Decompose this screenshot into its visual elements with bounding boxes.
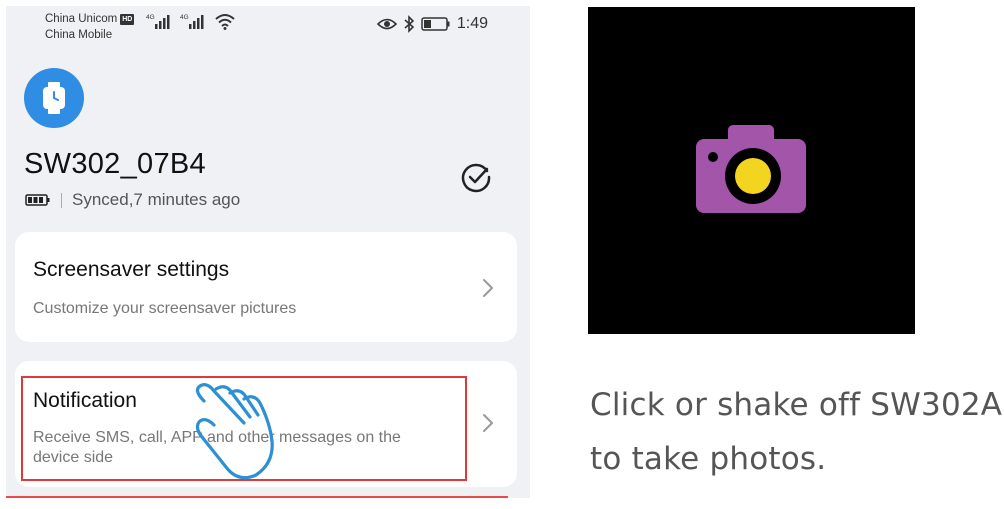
battery-icon (25, 194, 50, 206)
hd-badge: HD (120, 13, 135, 25)
wifi-icon (215, 14, 235, 30)
chevron-right-icon (483, 279, 493, 297)
sync-status-row: Synced,7 minutes ago (25, 190, 240, 210)
caption-line-2: to take photos. (590, 441, 827, 477)
sync-divider (61, 192, 62, 208)
screensaver-subtitle: Customize your screensaver pictures (33, 300, 297, 317)
carrier-2-name: China Mobile (45, 29, 113, 41)
signal-group: 4G 4G (146, 12, 236, 30)
chevron-right-icon (483, 414, 493, 432)
screensaver-title: Screensaver settings (33, 258, 230, 281)
bluetooth-icon (404, 15, 415, 33)
check-circle-icon[interactable] (460, 161, 492, 193)
carrier-1-name: China Unicom (45, 13, 118, 25)
phone-screen: China Unicom HD China Mobile 4G 4G 1:49 … (6, 6, 530, 498)
sync-status-text: Synced,7 minutes ago (72, 190, 241, 209)
device-name: SW302_07B4 (24, 148, 206, 180)
battery-icon (421, 17, 450, 31)
svg-text:4G: 4G (180, 14, 189, 21)
caption-line-1: Click or shake off SW302A (590, 387, 1003, 423)
camera-screen (588, 7, 915, 334)
tap-hand-icon (195, 383, 274, 480)
status-bar: China Unicom HD China Mobile 4G 4G 1:49 (6, 6, 530, 46)
instruction-caption: Click or shake off SW302A to take photos… (590, 378, 1002, 486)
phone-bottom-divider (6, 496, 508, 498)
status-right-group: 1:49 (376, 15, 488, 33)
device-avatar (24, 68, 84, 128)
signal-4g-icon: 4G (180, 14, 204, 29)
status-time: 1:49 (456, 15, 488, 32)
camera-icon[interactable] (696, 125, 808, 215)
screensaver-settings-item[interactable]: Screensaver settings Customize your scre… (15, 232, 517, 342)
svg-text:4G: 4G (146, 14, 155, 21)
carrier-info: China Unicom HD China Mobile (45, 11, 135, 43)
eye-icon (376, 18, 397, 30)
watch-icon (43, 82, 65, 114)
signal-4g-icon: 4G (146, 14, 170, 29)
